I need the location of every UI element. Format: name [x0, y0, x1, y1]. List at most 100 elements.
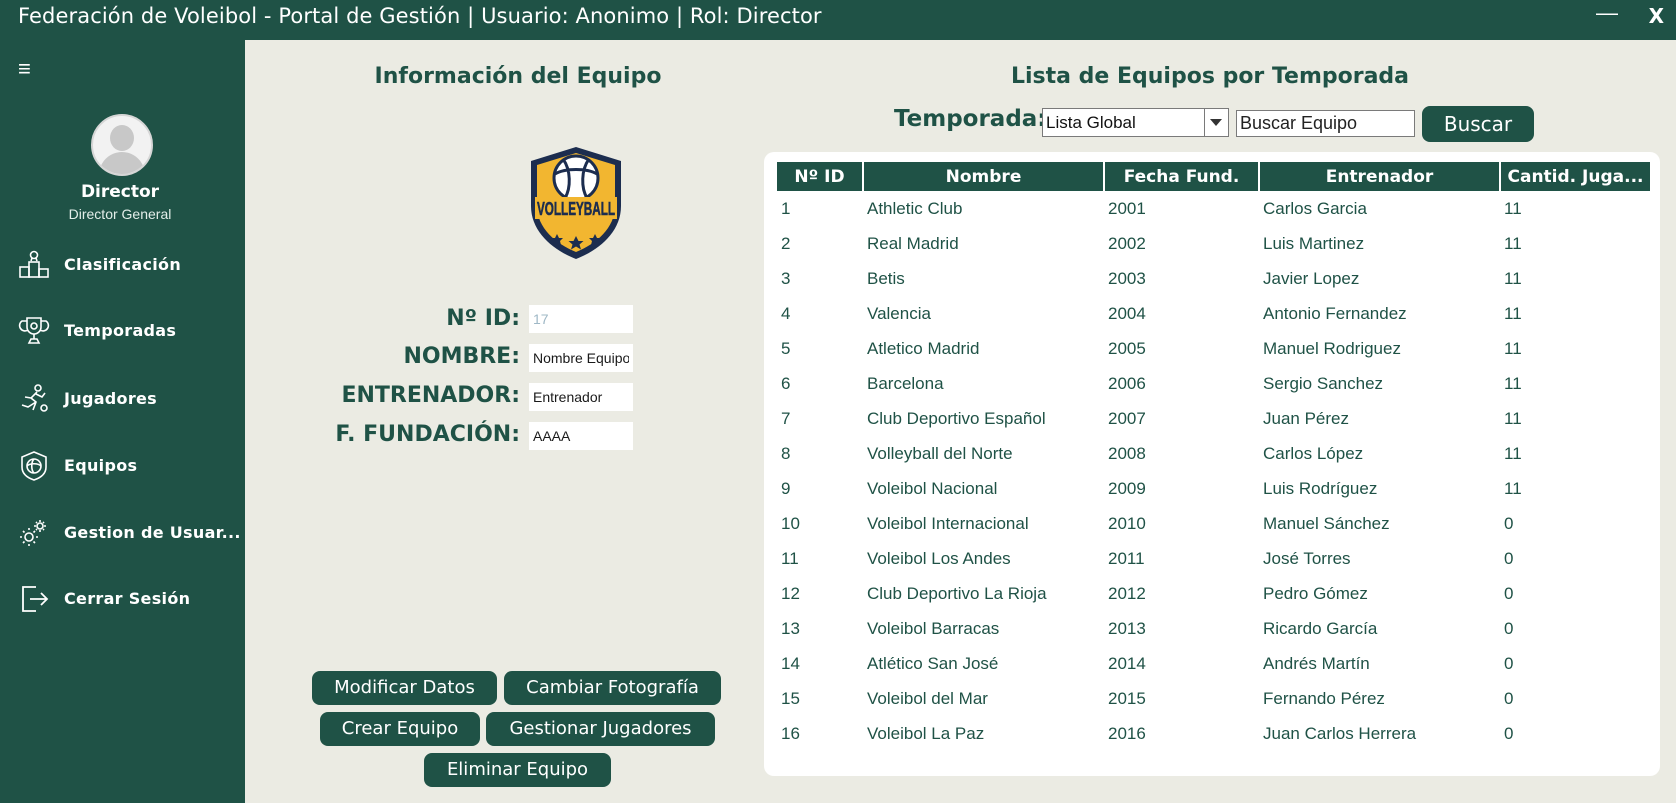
- cell-id: 12: [781, 583, 800, 603]
- column-header-id[interactable]: Nº ID: [777, 162, 864, 191]
- cell-id: 5: [781, 338, 791, 358]
- table-row[interactable]: 14 Atlético San José 2014 Andrés Martín 0: [777, 646, 1651, 681]
- name-field[interactable]: [529, 344, 633, 372]
- cell-founded: 2013: [1108, 618, 1146, 638]
- cell-player-count: 11: [1504, 408, 1522, 428]
- table-row[interactable]: 3 Betis 2003 Javier Lopez 11: [777, 261, 1651, 296]
- table-row[interactable]: 7 Club Deportivo Español 2007 Juan Pérez 11: [777, 401, 1651, 436]
- cell-name: Atlético San José: [867, 653, 999, 673]
- modify-data-button[interactable]: Modificar Datos: [312, 671, 497, 705]
- cell-id: 3: [781, 268, 791, 288]
- delete-team-button[interactable]: Eliminar Equipo: [424, 753, 611, 787]
- cell-founded: 2014: [1108, 653, 1146, 673]
- cell-founded: 2001: [1108, 198, 1146, 218]
- cell-player-count: 11: [1504, 443, 1522, 463]
- season-label: Temporada:: [894, 106, 1047, 132]
- sidebar-item-equipos[interactable]: Equipos: [0, 440, 245, 492]
- table-row[interactable]: 5 Atletico Madrid 2005 Manuel Rodriguez 11: [777, 331, 1651, 366]
- cell-id: 8: [781, 443, 791, 463]
- cell-id: 14: [781, 653, 800, 673]
- column-header-founded[interactable]: Fecha Fund.: [1104, 162, 1260, 191]
- search-input[interactable]: [1236, 110, 1415, 137]
- cell-player-count: 11: [1504, 303, 1522, 323]
- team-info-title: Información del Equipo: [374, 64, 662, 89]
- cell-id: 15: [781, 688, 800, 708]
- user-title: Director General: [68, 206, 172, 222]
- podium-icon: [19, 250, 49, 278]
- season-select[interactable]: Lista Global: [1042, 108, 1229, 137]
- cell-player-count: 11: [1504, 338, 1522, 358]
- table-row[interactable]: 10 Voleibol Internacional 2010 Manuel Sánch…: [777, 506, 1651, 541]
- avatar: [91, 114, 153, 176]
- teams-table-card: Nº ID Nombre Fecha Fund. Entrenador Cant…: [764, 152, 1660, 776]
- minimize-button[interactable]: —: [1596, 0, 1618, 26]
- cell-founded: 2005: [1108, 338, 1146, 358]
- coach-field[interactable]: [529, 383, 633, 411]
- close-button[interactable]: X: [1649, 4, 1664, 28]
- cell-coach: Andrés Martín: [1263, 653, 1370, 673]
- table-row[interactable]: 13 Voleibol Barracas 2013 Ricardo García 0: [777, 611, 1651, 646]
- table-row[interactable]: 8 Volleyball del Norte 2008 Carlos López 11: [777, 436, 1651, 471]
- teams-table-body: 1 Athletic Club 2001 Carlos Garcia 11 2 Real M…: [777, 191, 1651, 751]
- sidebar-item-gestion-usuarios[interactable]: Gestion de Usuar...: [0, 507, 245, 559]
- ball-badge-icon: [21, 451, 47, 481]
- manage-players-button[interactable]: Gestionar Jugadores: [486, 712, 715, 746]
- column-header-name[interactable]: Nombre: [863, 162, 1105, 191]
- sidebar-item-label: Gestion de Usuar...: [64, 523, 241, 542]
- change-photo-button[interactable]: Cambiar Fotografía: [504, 671, 721, 705]
- chevron-down-icon[interactable]: [1204, 109, 1228, 136]
- table-row[interactable]: 11 Voleibol Los Andes 2011 José Torres 0: [777, 541, 1651, 576]
- sidebar-item-label: Clasificación: [64, 255, 182, 274]
- sidebar-item-label: Equipos: [64, 456, 138, 475]
- id-label: Nº ID:: [446, 306, 520, 331]
- cell-name: Club Deportivo La Rioja: [867, 583, 1047, 603]
- cell-founded: 2010: [1108, 513, 1146, 533]
- cell-player-count: 0: [1504, 653, 1514, 673]
- cell-player-count: 0: [1504, 513, 1514, 533]
- hamburger-menu-icon[interactable]: ≡: [18, 56, 31, 82]
- cell-name: Voleibol Nacional: [867, 478, 998, 498]
- cell-coach: José Torres: [1263, 548, 1351, 568]
- id-field[interactable]: [529, 305, 633, 333]
- table-row[interactable]: 2 Real Madrid 2002 Luis Martinez 11: [777, 226, 1651, 261]
- table-row[interactable]: 4 Valencia 2004 Antonio Fernandez 11: [777, 296, 1651, 331]
- player-icon: [21, 384, 48, 412]
- cell-player-count: 11: [1504, 198, 1522, 218]
- cell-coach: Ricardo García: [1263, 618, 1378, 638]
- cell-founded: 2011: [1108, 548, 1145, 568]
- column-header-coach[interactable]: Entrenador: [1259, 162, 1501, 191]
- teams-table: Nº ID Nombre Fecha Fund. Entrenador Cant…: [777, 162, 1652, 751]
- sidebar-item-jugadores[interactable]: Jugadores: [0, 373, 245, 425]
- cell-name: Valencia: [867, 303, 931, 323]
- cell-founded: 2009: [1108, 478, 1146, 498]
- cell-founded: 2016: [1108, 723, 1146, 743]
- cell-founded: 2006: [1108, 373, 1146, 393]
- sidebar-item-clasificacion[interactable]: Clasificación: [0, 239, 245, 291]
- founded-field[interactable]: [529, 422, 633, 450]
- table-row[interactable]: 15 Voleibol del Mar 2015 Fernando Pérez 0: [777, 681, 1651, 716]
- create-team-button[interactable]: Crear Equipo: [320, 712, 480, 746]
- table-row[interactable]: 9 Voleibol Nacional 2009 Luis Rodríguez 11: [777, 471, 1651, 506]
- sidebar: ≡ Director Director General Clasificació…: [0, 40, 245, 803]
- cell-founded: 2002: [1108, 233, 1146, 253]
- cell-coach: Pedro Gómez: [1263, 583, 1368, 603]
- table-row[interactable]: 12 Club Deportivo La Rioja 2012 Pedro Gómez…: [777, 576, 1651, 611]
- cell-player-count: 11: [1504, 268, 1522, 288]
- search-button[interactable]: Buscar: [1422, 106, 1534, 142]
- cell-name: Voleibol La Paz: [867, 723, 985, 743]
- table-row[interactable]: 6 Barcelona 2006 Sergio Sanchez 11: [777, 366, 1651, 401]
- logo-text: VOLLEYBALL: [537, 199, 615, 219]
- cell-founded: 2008: [1108, 443, 1146, 463]
- sidebar-item-cerrar-sesion[interactable]: Cerrar Sesión: [0, 573, 245, 625]
- cell-founded: 2007: [1108, 408, 1146, 428]
- table-row[interactable]: 1 Athletic Club 2001 Carlos Garcia 11: [777, 191, 1651, 226]
- season-selected-value: Lista Global: [1046, 113, 1136, 132]
- sidebar-item-label: Temporadas: [64, 321, 177, 340]
- cell-coach: Fernando Pérez: [1263, 688, 1385, 708]
- column-header-player-count[interactable]: Cantid. Juga...: [1500, 162, 1652, 191]
- cell-player-count: 0: [1504, 583, 1514, 603]
- sidebar-item-temporadas[interactable]: Temporadas: [0, 305, 245, 357]
- gears-icon: [20, 520, 46, 546]
- cell-player-count: 0: [1504, 548, 1514, 568]
- table-row[interactable]: 16 Voleibol La Paz 2016 Juan Carlos Herrera…: [777, 716, 1651, 751]
